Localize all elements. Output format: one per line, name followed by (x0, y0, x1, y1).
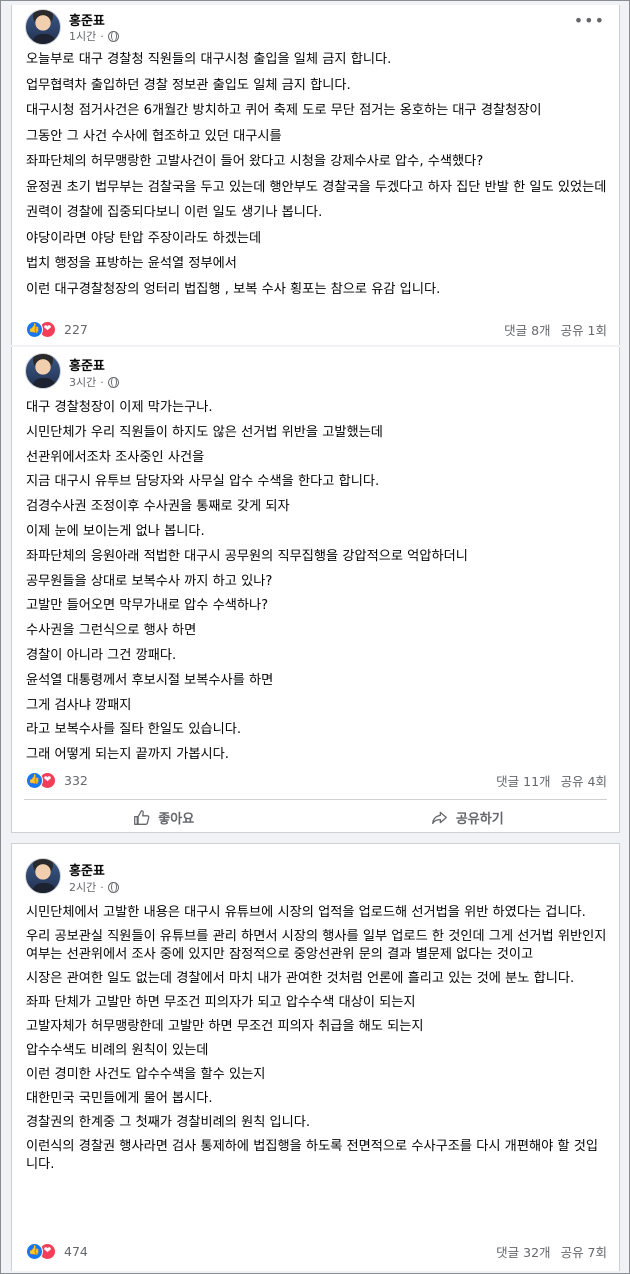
post-3: 홍준표 2시간 · 시민단체에서 고발한 내용은 대구시 유튜브에 시장의 업적… (11, 843, 620, 1271)
post-line: 대한민국 국민들에게 물어 봅시다. (26, 1091, 213, 1106)
reaction-count[interactable]: 474 (64, 1244, 88, 1259)
post-actions: 좋아요 공유하기 (12, 800, 619, 834)
post-stats: 👍 ❤ 474 댓글 32개 공유 7회 (26, 1241, 607, 1261)
post-line: 공무원들을 상대로 보복수사 까지 하고 있나? (26, 573, 273, 589)
share-count[interactable]: 공유 1회 (561, 320, 607, 339)
post-line: 고발자체가 허무맹랑한데 고발만 하면 무조건 피의자 취급을 해도 되는지 (26, 1019, 424, 1034)
post-line: 우리 공보관실 직원들이 유튜브를 관리 하면서 시장의 행사를 일부 업로드 … (26, 929, 607, 962)
reactions[interactable]: 👍 ❤ (26, 1242, 56, 1260)
post-line: 이런 대구경찰청장의 엉터리 법집행 , 보복 수사 횡포는 참으로 유감 입니… (26, 281, 441, 297)
more-options-icon[interactable]: ••• (574, 11, 605, 30)
post-line: 시장은 관여한 일도 없는데 경찰에서 마치 내가 관여한 것처럼 언론에 흘리… (26, 971, 575, 986)
post-time[interactable]: 3시간 (69, 374, 96, 390)
share-label: 공유하기 (455, 811, 504, 827)
post-meta: 2시간 · (69, 879, 119, 895)
globe-icon (107, 881, 119, 893)
reactions[interactable]: 👍 ❤ (26, 320, 56, 338)
post-line: 업무협력차 출입하던 경찰 정보관 출입도 일체 금지 합니다. (26, 77, 351, 93)
post-line: 이런식의 경찰권 행사라면 검사 통제하에 법집행을 하도록 전면적으로 수사구… (26, 1139, 598, 1172)
post-line: 그동안 그 사건 수사에 협조하고 있던 대구시를 (26, 128, 282, 144)
like-reaction-icon: 👍 (26, 320, 43, 338)
post-stats: 👍 ❤ 227 댓글 8개 공유 1회 (26, 319, 607, 339)
post-line: 지금 대구시 유투브 담당자와 사무실 압수 수색을 한다고 합니다. (26, 474, 380, 490)
post-line: 경찰이 아니라 그건 깡패다. (26, 647, 177, 663)
globe-icon (107, 30, 119, 42)
post-text: 시민단체에서 고발한 내용은 대구시 유튜브에 시장의 업적을 업로드해 선거법… (26, 904, 609, 1180)
post-stats: 👍 ❤ 332 댓글 11개 공유 4회 (26, 770, 607, 790)
comment-count[interactable]: 댓글 32개 (496, 1242, 550, 1261)
post-line: 오늘부로 대구 경찰청 직원들의 대구시청 출입을 일체 금지 합니다. (26, 52, 392, 67)
post-line: 대구 경찰청장이 이제 막가는구나. (26, 400, 213, 415)
comment-count[interactable]: 댓글 8개 (504, 320, 550, 339)
post-line: 법치 행정을 표방하는 윤석열 정부에서 (26, 256, 237, 272)
comment-count[interactable]: 댓글 11개 (496, 771, 550, 790)
post-line: 권력이 경찰에 집중되다보니 이런 일도 생기나 봅니다. (26, 204, 323, 220)
reactions[interactable]: 👍 ❤ (26, 771, 56, 789)
post-line: 그래 어떻게 되는지 끝까지 가봅시다. (26, 747, 229, 763)
reaction-count[interactable]: 227 (64, 322, 88, 337)
author-avatar[interactable] (25, 858, 61, 894)
post-line: 선관위에서조차 조사중인 사건을 (26, 449, 205, 465)
post-line: 고발만 들어오면 막무가내로 압수 수색하나? (26, 598, 269, 614)
post-line: 수사권을 그런식으로 행사 하면 (26, 623, 197, 639)
author-avatar[interactable] (25, 353, 61, 389)
share-count[interactable]: 공유 4회 (561, 771, 607, 790)
post-text: 오늘부로 대구 경찰청 직원들의 대구시청 출입을 일체 금지 합니다. 업무협… (26, 51, 609, 306)
post-line: 압수수색도 비례의 원칙이 있는데 (26, 1043, 209, 1058)
author-name[interactable]: 홍준표 (69, 10, 105, 29)
post-line: 시민단체가 우리 직원들이 하지도 않은 선거법 위반을 고발했는데 (26, 424, 383, 440)
share-count[interactable]: 공유 7회 (561, 1242, 607, 1261)
share-arrow-icon (431, 811, 447, 824)
post-meta: 3시간 · (69, 374, 119, 390)
post-line: 좌파단체의 허무맹랑한 고발사건이 들어 왔다고 시청을 강제수사로 압수, 수… (26, 154, 484, 170)
post-meta: 1시간 · (69, 28, 119, 44)
post-time[interactable]: 2시간 (69, 879, 96, 895)
post-line: 경찰권의 한계중 그 첫째가 경찰비례의 원칙 입니다. (26, 1115, 311, 1130)
thumbs-up-icon (134, 809, 150, 825)
like-reaction-icon: 👍 (26, 1242, 43, 1260)
post-line: 이제 눈에 보이는게 없나 봅니다. (26, 523, 205, 539)
post-line: 검경수사권 조정이후 수사권을 통째로 갖게 되자 (26, 499, 290, 515)
globe-icon (107, 376, 119, 388)
share-button[interactable]: 공유하기 (316, 800, 620, 834)
like-button[interactable]: 좋아요 (12, 800, 316, 834)
like-reaction-icon: 👍 (26, 771, 43, 789)
author-name[interactable]: 홍준표 (69, 355, 105, 374)
post-time[interactable]: 1시간 (69, 28, 96, 44)
post-line: 시민단체에서 고발한 내용은 대구시 유튜브에 시장의 업적을 업로드해 선거법… (26, 905, 586, 920)
author-name[interactable]: 홍준표 (69, 860, 105, 879)
post-line: 대구시청 점거사건은 6개월간 방치하고 퀴어 축제 도로 무단 점거는 옹호하… (26, 103, 542, 119)
post-line: 윤석열 대통령께서 후보시절 보복수사를 하면 (26, 672, 274, 688)
post-line: 윤정권 초기 법무부는 검찰국을 두고 있는데 행안부도 경찰국을 두겠다고 하… (26, 179, 607, 195)
post-line: 좌파단체의 응원아래 적법한 대구시 공무원의 직무집행을 강압적으로 억압하더… (26, 548, 468, 564)
post-line: 야당이라면 야당 탄압 주장이라도 하겠는데 (26, 230, 262, 246)
post-line: 그게 검사냐 깡패지 (26, 697, 132, 713)
post-line: 이런 경미한 사건도 압수수색을 할수 있는지 (26, 1067, 266, 1082)
reaction-count[interactable]: 332 (64, 773, 88, 788)
author-avatar[interactable] (25, 9, 61, 45)
post-1: 홍준표 1시간 · ••• 오늘부로 대구 경찰청 직원들의 대구시청 출입을 … (11, 5, 620, 345)
post-2: 홍준표 3시간 · 대구 경찰청장이 이제 막가는구나. 시민단체가 우리 직원… (11, 347, 620, 833)
post-text: 대구 경찰청장이 이제 막가는구나. 시민단체가 우리 직원들이 하지도 않은 … (26, 399, 609, 771)
post-line: 라고 보복수사를 질타 한일도 있습니다. (26, 722, 242, 738)
like-label: 좋아요 (158, 811, 195, 827)
feed: 홍준표 1시간 · ••• 오늘부로 대구 경찰청 직원들의 대구시청 출입을 … (0, 0, 630, 1274)
post-line: 좌파 단체가 고발만 하면 무조건 피의자가 되고 압수수색 대상이 되는지 (26, 995, 416, 1010)
